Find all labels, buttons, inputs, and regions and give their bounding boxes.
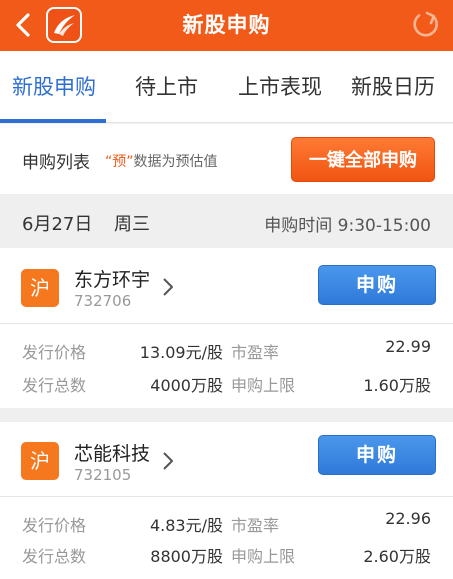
date-bar: 6月27日 周三 申购时间 9:30-15:00 xyxy=(0,194,453,248)
chevron-right-icon[interactable] xyxy=(161,276,175,298)
divider xyxy=(0,323,453,324)
list-title: 申购列表 xyxy=(22,153,90,173)
chevron-right-icon[interactable] xyxy=(161,450,175,472)
stock-card: 沪 芯能科技 732105 申购 发行价格 4.83元/股 市盈率 22.96 … xyxy=(0,422,453,579)
stock-code: 732706 xyxy=(74,292,132,310)
chevron-left-icon[interactable] xyxy=(14,12,32,38)
pe-label: 市盈率 xyxy=(231,516,280,535)
issue-total-label: 发行总数 xyxy=(22,376,87,395)
estimate-note: “预”数据为预估值 xyxy=(105,151,218,171)
issue-total-value: 8800万股 xyxy=(150,547,223,566)
tab-pending-listing[interactable]: 待上市 xyxy=(135,72,198,102)
refresh-icon[interactable] xyxy=(410,9,442,41)
tab-bar: 新股申购 待上市 上市表现 新股日历 xyxy=(0,51,453,123)
subscribe-limit-label: 申购上限 xyxy=(231,376,296,395)
issue-price-value: 13.09元/股 xyxy=(139,343,223,362)
pe-value: 22.96 xyxy=(385,509,431,528)
pe-value: 22.99 xyxy=(385,337,431,356)
estimate-mark: “预” xyxy=(105,154,134,170)
subscribe-button[interactable]: 申购 xyxy=(318,435,436,475)
stock-name[interactable]: 东方环宇 xyxy=(74,265,150,292)
top-bar: 新股申购 xyxy=(0,0,453,51)
issue-total-label: 发行总数 xyxy=(22,547,87,566)
estimate-note-text: 数据为预估值 xyxy=(133,154,218,170)
stock-card: 沪 东方环宇 732706 申购 发行价格 13.09元/股 市盈率 22.99… xyxy=(0,248,453,408)
market-badge: 沪 xyxy=(21,442,59,480)
subscribe-time: 申购时间 9:30-15:00 xyxy=(264,216,431,236)
issue-price-value: 4.83元/股 xyxy=(149,516,223,535)
subscribe-limit-value: 1.60万股 xyxy=(363,376,431,395)
divider xyxy=(0,496,453,497)
issue-price-label: 发行价格 xyxy=(22,343,87,362)
tab-listing-performance[interactable]: 上市表现 xyxy=(238,72,322,102)
issue-price-label: 发行价格 xyxy=(22,516,87,535)
subscribe-limit-value: 2.60万股 xyxy=(363,547,431,566)
subscribe-date: 6月27日 xyxy=(22,214,93,235)
list-header: 申购列表 “预”数据为预估值 一键全部申购 xyxy=(0,124,453,194)
stock-name[interactable]: 芯能科技 xyxy=(74,439,150,466)
tab-new-ipo-subscribe[interactable]: 新股申购 xyxy=(12,72,96,102)
issue-total-value: 4000万股 xyxy=(150,376,223,395)
tab-ipo-calendar[interactable]: 新股日历 xyxy=(351,72,435,102)
stock-code: 732105 xyxy=(74,466,132,484)
subscribe-weekday: 周三 xyxy=(114,214,150,235)
subscribe-limit-label: 申购上限 xyxy=(231,547,296,566)
market-badge: 沪 xyxy=(21,269,59,307)
subscribe-button[interactable]: 申购 xyxy=(318,265,436,305)
pe-label: 市盈率 xyxy=(231,343,280,362)
card-gap xyxy=(0,408,453,422)
ipo-subscribe-screen: 新股申购 新股申购 待上市 上市表现 新股日历 申购列表 “预”数据为预估值 一… xyxy=(0,0,453,579)
one-key-subscribe-all-button[interactable]: 一键全部申购 xyxy=(291,137,435,182)
app-logo-icon xyxy=(54,15,75,36)
active-tab-indicator xyxy=(0,119,106,123)
app-logo[interactable] xyxy=(46,7,82,43)
